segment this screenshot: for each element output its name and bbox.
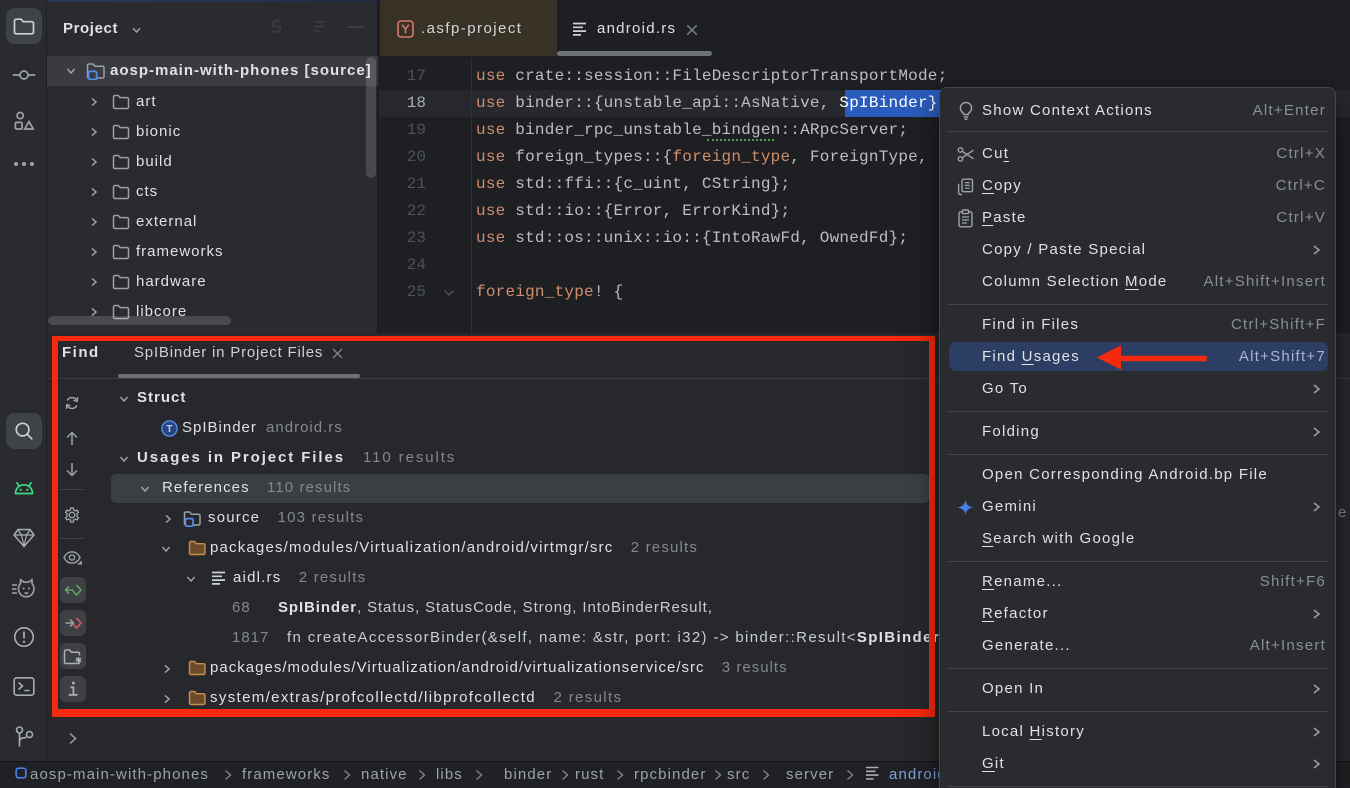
svg-text:T: T (166, 423, 173, 435)
